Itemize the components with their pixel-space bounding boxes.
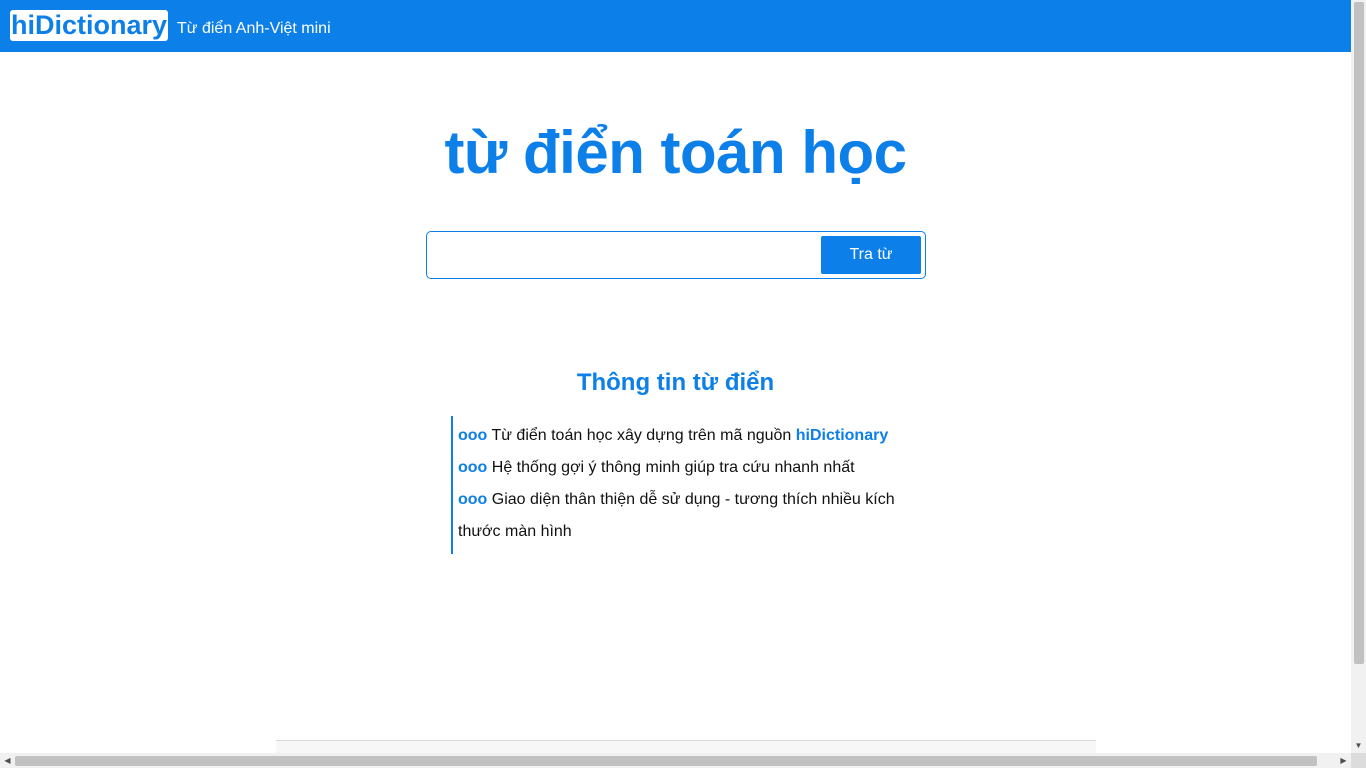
hidictionary-link[interactable]: hiDictionary [796, 427, 888, 444]
list-item-text: Hệ thống gợi ý thông minh giúp tra cứu n… [491, 459, 855, 476]
search-input[interactable] [433, 236, 818, 274]
scrollbar-corner [1351, 753, 1366, 768]
search-button[interactable]: Tra từ [821, 236, 921, 274]
search-form: Tra từ [426, 231, 926, 279]
list-item-text: Từ điển toán học xây dựng trên mã nguồn [491, 427, 792, 444]
info-title: Thông tin từ điển [576, 369, 775, 396]
horizontal-scrollbar[interactable]: ◀ ▶ [0, 753, 1351, 768]
list-item: ooo Hệ thống gợi ý thông minh giúp tra c… [458, 452, 901, 484]
vertical-scrollbar[interactable]: ▲ ▼ [1351, 0, 1366, 753]
logo-link[interactable]: hiDictionary [10, 9, 169, 41]
list-item: ooo Giao diện thân thiện dễ sử dụng - tư… [458, 484, 901, 548]
info-list: ooo Từ điển toán học xây dựng trên mã ng… [451, 416, 901, 554]
page-title: từ điển toán học [444, 119, 907, 186]
list-item: ooo Từ điển toán học xây dựng trên mã ng… [458, 420, 901, 452]
bullet-marker: ooo [458, 491, 488, 508]
horizontal-scroll-thumb[interactable] [15, 756, 1317, 766]
list-item-text: Giao diện thân thiện dễ sử dụng - tương … [458, 491, 895, 540]
triangle-right-icon[interactable]: ▶ [1336, 753, 1351, 768]
vertical-scroll-thumb[interactable] [1354, 2, 1364, 664]
bullet-marker: ooo [458, 459, 488, 476]
top-navbar: hiDictionary Từ điển Anh-Việt mini [0, 0, 1351, 52]
triangle-left-icon[interactable]: ◀ [0, 753, 15, 768]
bullet-marker: ooo [458, 427, 488, 444]
triangle-down-icon[interactable]: ▼ [1351, 738, 1366, 753]
site-tagline: Từ điển Anh-Việt mini [177, 19, 331, 37]
